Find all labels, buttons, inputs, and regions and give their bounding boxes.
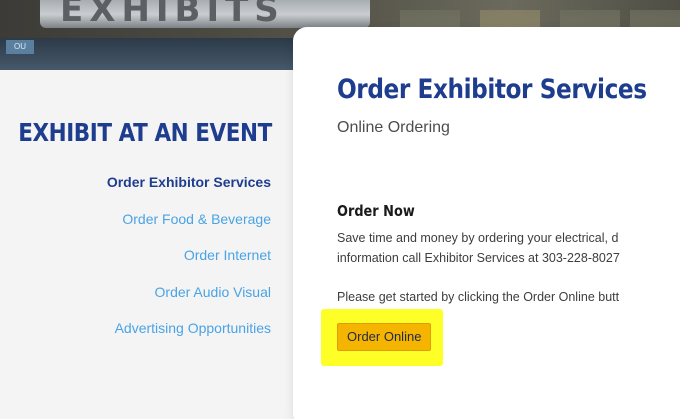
page-title: Order Exhibitor Services <box>337 74 647 105</box>
door-sign: OU <box>6 40 34 54</box>
entrance-door <box>0 38 300 70</box>
description-line: Save time and money by ordering your ele… <box>337 231 619 245</box>
sidebar-nav: Order Exhibitor Services Order Food & Be… <box>107 164 271 347</box>
page: EXHIBITS OU EXHIBIT AT AN EVENT Order Ex… <box>0 0 680 419</box>
exhibits-sign-text: EXHIBITS <box>60 0 285 30</box>
sidebar-heading: EXHIBIT AT AN EVENT <box>18 118 272 147</box>
sidebar-item-advertising-opportunities[interactable]: Advertising Opportunities <box>107 310 271 347</box>
sidebar-item-order-internet[interactable]: Order Internet <box>107 237 271 274</box>
sidebar-item-order-audio-visual[interactable]: Order Audio Visual <box>107 274 271 311</box>
sidebar: EXHIBIT AT AN EVENT Order Exhibitor Serv… <box>0 70 300 419</box>
page-subtitle: Online Ordering <box>337 119 450 136</box>
section-heading: Order Now <box>337 202 415 220</box>
contact-line: information call Exhibitor Services at 3… <box>337 251 620 265</box>
order-online-button[interactable]: Order Online <box>337 323 432 351</box>
sidebar-item-order-food-beverage[interactable]: Order Food & Beverage <box>107 201 271 238</box>
content-card: Order Exhibitor Services Online Ordering… <box>293 27 680 419</box>
sidebar-item-order-exhibitor-services[interactable]: Order Exhibitor Services <box>107 164 271 201</box>
instruction-line: Please get started by clicking the Order… <box>337 290 620 304</box>
